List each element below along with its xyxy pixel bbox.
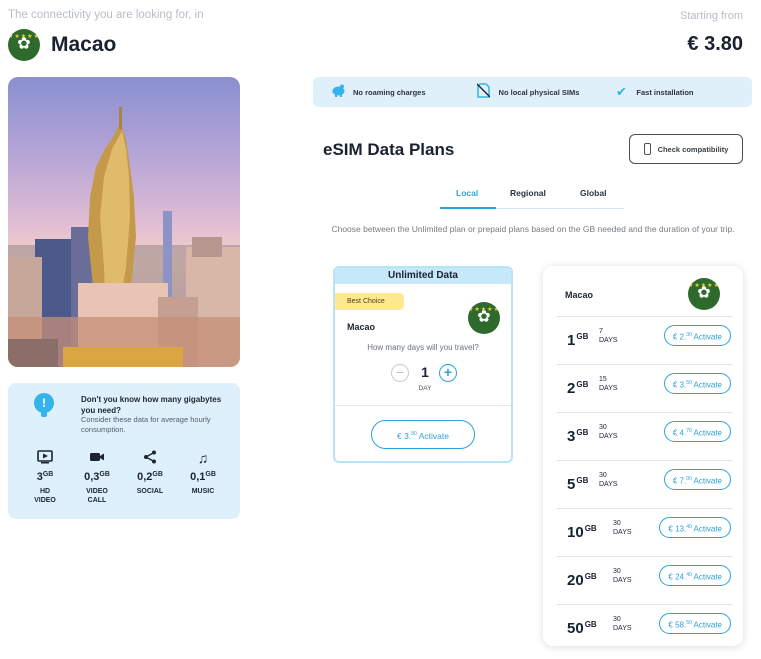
checkmark-icon: ✔ — [615, 84, 627, 99]
plan-row: 1GB 7 DAYS € 2.30 Activate — [557, 316, 733, 364]
plus-button[interactable]: + — [439, 364, 457, 382]
phone-icon — [643, 143, 651, 155]
feature-fast-install: ✔ Fast installation — [613, 84, 694, 100]
plan-row: 2GB 15 DAYS € 3.50 Activate — [557, 364, 733, 412]
country-header: ★★★★★ ✿ Macao — [8, 29, 116, 61]
country-name: Macao — [51, 33, 117, 56]
usage-hd-video: 3GB HD VIDEO — [20, 450, 70, 505]
plans-description: Choose between the Unlimited plan or pre… — [331, 224, 735, 234]
unlimited-title: Unlimited Data — [335, 268, 511, 284]
plan-days: 30 DAYS — [613, 520, 632, 536]
minus-button[interactable]: − — [391, 364, 409, 382]
plan-activate-button[interactable]: € 24.40 Activate — [659, 565, 731, 586]
video-call-icon — [72, 450, 122, 468]
plan-gb: 5GB — [567, 476, 589, 493]
plan-gb: 1GB — [567, 332, 589, 349]
best-choice-badge: Best Choice — [335, 293, 404, 310]
plan-activate-button[interactable]: € 13.40 Activate — [659, 517, 731, 538]
plan-tabs: Local Regional Global — [440, 182, 624, 209]
plan-gb: 50GB — [567, 620, 597, 637]
music-icon: ♫ — [197, 450, 209, 466]
plan-row: 3GB 30 DAYS € 4.70 Activate — [557, 412, 733, 460]
plan-activate-button[interactable]: € 3.50 Activate — [663, 373, 731, 394]
plan-row: 20GB 30 DAYS € 24.40 Activate — [557, 556, 733, 604]
days-question: How many days will you travel? — [367, 343, 479, 352]
plan-row: 50GB 30 DAYS € 58.50 Activate — [557, 604, 733, 652]
plan-gb: 3GB — [567, 428, 589, 445]
prepaid-plans-card: Macao ★★★★★ ✿ 1GB 7 DAYS € 2.30 Activate 2GB 1… — [543, 266, 743, 646]
plan-days: 30 DAYS — [599, 424, 618, 440]
usage-video-call: 0,3GB VIDEO CALL — [72, 450, 122, 505]
tips-question: Don't you know how many gigabytes you ne… — [81, 395, 222, 415]
plan-days: 30 DAYS — [613, 568, 632, 584]
plan-days: 30 DAYS — [613, 616, 632, 632]
plans-country: Macao — [565, 290, 594, 300]
tagline: The connectivity you are looking for, in — [8, 9, 204, 21]
unlimited-activate-button[interactable]: € 3.80 Activate — [371, 420, 475, 449]
starting-from-label: Starting from — [680, 10, 743, 22]
data-usage-tips: ! Don't you know how many gigabytes you … — [8, 383, 240, 519]
macao-flag-icon: ★★★★★ ✿ — [688, 278, 720, 310]
macao-flag-icon: ★★★★★ ✿ — [8, 29, 40, 61]
plan-row: 10GB 30 DAYS € 13.40 Activate — [557, 508, 733, 556]
tab-regional[interactable]: Regional — [510, 188, 546, 198]
feature-no-sim: No local physical SIMs — [476, 83, 579, 101]
plan-days: 7 DAYS — [599, 328, 618, 344]
macao-city-photo — [8, 77, 240, 367]
plans-title: eSIM Data Plans — [323, 140, 455, 159]
feature-no-roaming: No roaming charges — [330, 84, 426, 100]
unlimited-plan-card: Unlimited Data Best Choice Macao ★★★★★ ✿ … — [333, 266, 513, 463]
plan-activate-button[interactable]: € 2.30 Activate — [663, 325, 731, 346]
piggy-bank-icon — [330, 84, 346, 100]
no-sim-icon — [476, 83, 492, 101]
plan-activate-button[interactable]: € 58.50 Activate — [659, 613, 731, 634]
usage-social: 0,2GB SOCIAL — [125, 450, 175, 496]
unlimited-country: Macao — [347, 322, 376, 332]
tab-global[interactable]: Global — [580, 188, 606, 198]
plan-days: 30 DAYS — [599, 472, 618, 488]
features-bar: No roaming charges No local physical SIM… — [313, 77, 752, 107]
plan-days: 15 DAYS — [599, 376, 618, 392]
days-unit: DAY — [418, 385, 432, 392]
plan-gb: 2GB — [567, 380, 589, 397]
plan-gb: 10GB — [567, 524, 597, 541]
lightbulb-icon: ! — [34, 393, 54, 417]
plan-row: 5GB 30 DAYS € 7.00 Activate — [557, 460, 733, 508]
usage-music: ♫ 0,1GB MUSIC — [178, 450, 228, 496]
check-compatibility-button[interactable]: Check compatibility — [629, 134, 743, 164]
macao-flag-icon: ★★★★★ ✿ — [468, 302, 500, 334]
plan-activate-button[interactable]: € 4.70 Activate — [663, 421, 731, 442]
tips-subtitle: Consider these data for average hourly c… — [81, 415, 211, 434]
plan-activate-button[interactable]: € 7.00 Activate — [663, 469, 731, 490]
days-value: 1 — [421, 364, 429, 380]
share-icon — [125, 450, 175, 468]
active-tab-indicator — [440, 207, 496, 209]
play-icon — [20, 450, 70, 468]
tab-local[interactable]: Local — [456, 188, 478, 198]
plan-gb: 20GB — [567, 572, 597, 589]
divider — [335, 405, 511, 406]
starting-price: € 3.80 — [687, 33, 743, 55]
